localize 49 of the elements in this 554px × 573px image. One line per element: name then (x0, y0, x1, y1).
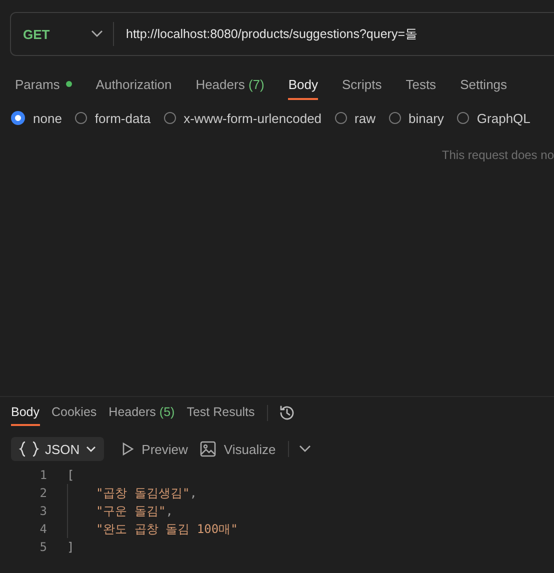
line-number: 2 (38, 486, 47, 500)
body-type-option[interactable]: form-data (74, 110, 151, 126)
url-bar[interactable]: GET http://localhost:8080/products/suggestions?query=돌 (10, 12, 554, 56)
code-string: "곱창 돌김생김" (96, 484, 190, 502)
radio-button[interactable] (164, 112, 176, 124)
response-tab[interactable]: Body (11, 400, 40, 426)
code-string: "완도 곱창 돌김 100매" (96, 520, 238, 538)
code-punctuation: , (190, 486, 197, 500)
body-type-option[interactable]: binary (388, 110, 444, 126)
request-tab[interactable]: Authorization (96, 70, 172, 100)
radio-button[interactable] (74, 112, 87, 124)
image-icon (200, 441, 216, 457)
body-type-option[interactable]: x-www-form-urlencoded (164, 110, 322, 126)
empty-body-message: This request does no (442, 148, 554, 162)
request-tab[interactable]: Body (288, 70, 318, 100)
request-tab[interactable]: Settings (460, 70, 508, 100)
url-field[interactable]: http://localhost:8080/products/suggestions?query=돌 (114, 22, 554, 46)
response-tab[interactable]: Cookies (52, 400, 97, 426)
line-number: 5 (38, 540, 47, 554)
request-tab[interactable]: Headers (7) (196, 70, 264, 100)
code-bracket: [ (67, 468, 74, 482)
radio-button[interactable] (456, 112, 469, 124)
body-type-option[interactable]: none (11, 110, 62, 126)
response-tab[interactable]: Test Results (186, 400, 255, 426)
braces-icon (19, 441, 39, 457)
format-dropdown[interactable]: JSON (11, 437, 104, 461)
chevron-down-icon[interactable] (298, 445, 311, 453)
line-number: 3 (38, 504, 47, 518)
body-type-option[interactable]: raw (334, 110, 376, 126)
body-type-option[interactable]: GraphQL (456, 110, 530, 126)
preview-button[interactable]: Preview (122, 442, 188, 456)
chevron-down-icon (86, 446, 96, 452)
request-tab[interactable]: Scripts (342, 70, 382, 100)
radio-button[interactable] (11, 111, 25, 125)
request-tab[interactable]: Tests (406, 70, 436, 100)
code-bracket: ] (67, 540, 74, 554)
visualize-button[interactable]: Visualize (200, 441, 276, 457)
method-dropdown[interactable]: GET (11, 26, 113, 42)
code-punctuation: , (166, 504, 173, 518)
radio-button[interactable] (388, 112, 400, 124)
line-number: 1 (38, 468, 47, 482)
code-string: "구운 돌김" (96, 502, 166, 520)
line-number: 4 (38, 522, 47, 536)
request-tab[interactable]: Params (15, 70, 72, 100)
history-icon[interactable] (278, 404, 296, 422)
play-icon (122, 442, 134, 456)
radio-button[interactable] (334, 112, 347, 124)
chevron-down-icon (91, 30, 103, 38)
response-tab[interactable]: Headers (5) (108, 400, 175, 426)
